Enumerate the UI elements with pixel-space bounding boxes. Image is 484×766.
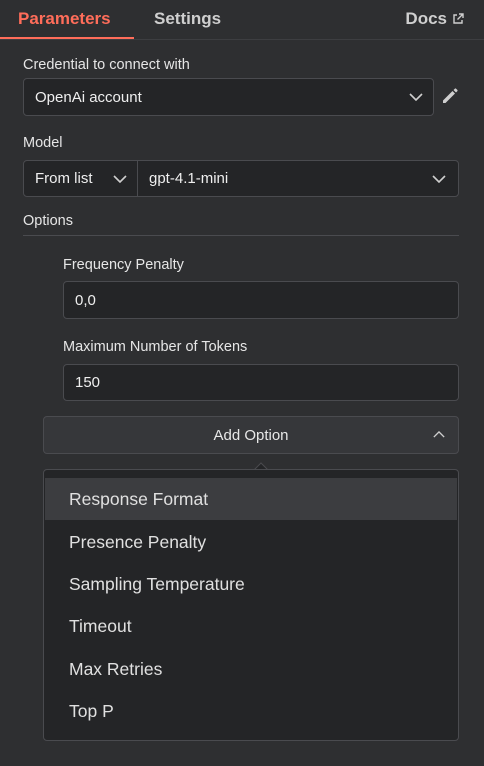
menu-item-response-format[interactable]: Response Format xyxy=(45,478,457,520)
max-tokens-input[interactable]: 150 xyxy=(63,364,459,401)
options-label: Options xyxy=(23,213,73,229)
max-tokens-label: Maximum Number of Tokens xyxy=(63,339,248,355)
menu-item-max-retries[interactable]: Max Retries xyxy=(45,648,457,690)
tab-parameters[interactable]: Parameters xyxy=(18,9,111,29)
menu-item-sampling-temperature[interactable]: Sampling Temperature xyxy=(45,563,457,605)
chevron-down-icon xyxy=(432,175,446,183)
chevron-up-icon xyxy=(433,431,445,438)
credential-value: OpenAi account xyxy=(35,88,142,106)
add-option-menu: Response Format Presence Penalty Samplin… xyxy=(43,469,459,741)
credential-label: Credential to connect with xyxy=(23,57,190,73)
edit-credential-icon[interactable] xyxy=(440,86,460,106)
options-divider xyxy=(23,235,459,236)
menu-item-presence-penalty[interactable]: Presence Penalty xyxy=(45,521,457,563)
tab-bar: Parameters Settings Docs xyxy=(0,0,484,40)
frequency-penalty-input[interactable]: 0,0 xyxy=(63,281,459,319)
model-value: gpt-4.1-mini xyxy=(149,170,229,187)
menu-item-timeout[interactable]: Timeout xyxy=(45,605,457,647)
menu-item-top-p[interactable]: Top P xyxy=(45,690,457,732)
add-option-label: Add Option xyxy=(213,426,289,444)
frequency-penalty-label: Frequency Penalty xyxy=(63,257,184,273)
model-mode-value: From list xyxy=(35,170,93,187)
active-tab-indicator xyxy=(0,37,134,39)
credential-select[interactable]: OpenAi account xyxy=(23,78,434,116)
frequency-penalty-value: 0,0 xyxy=(75,291,96,309)
model-label: Model xyxy=(23,135,63,151)
docs-link[interactable]: Docs xyxy=(405,9,464,29)
max-tokens-value: 150 xyxy=(75,374,101,391)
tab-settings[interactable]: Settings xyxy=(154,9,221,29)
add-option-button[interactable]: Add Option xyxy=(43,416,459,454)
model-select[interactable]: gpt-4.1-mini xyxy=(137,160,459,197)
docs-label: Docs xyxy=(405,9,447,28)
model-mode-select[interactable]: From list xyxy=(23,160,138,197)
chevron-down-icon xyxy=(113,175,127,183)
external-link-icon xyxy=(453,13,464,24)
chevron-down-icon xyxy=(409,93,423,101)
